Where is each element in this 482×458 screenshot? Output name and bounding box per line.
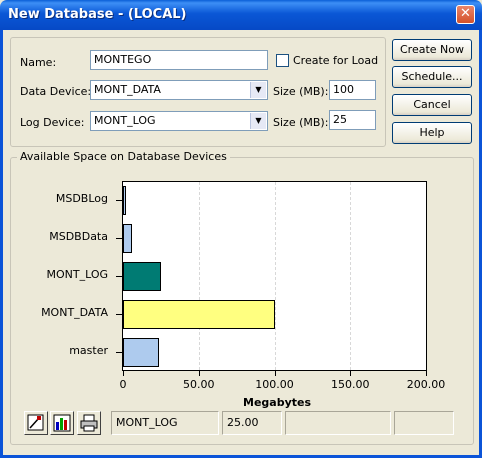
x-axis-title: Megabytes [243,396,312,409]
y-tick [116,314,122,315]
x-tick-label: 50.00 [183,378,215,391]
name-field[interactable]: MONTEGO [90,50,268,70]
x-gridline [198,182,200,370]
chart-properties-icon [27,414,44,431]
bar-chart-icon [53,414,71,432]
x-tick [350,371,352,376]
data-size-label: Size (MB): [273,85,329,98]
x-tick [123,371,124,376]
bar-mont-data [123,299,275,329]
x-gridline [274,182,276,370]
x-tick-label: 0 [119,378,127,391]
close-button[interactable]: ✕ [456,5,475,24]
help-button[interactable]: Help [392,122,472,144]
bar-mont-log [123,261,161,291]
print-icon [80,414,98,432]
chart-properties-button[interactable] [24,411,48,435]
x-tick [426,371,427,376]
schedule-button[interactable]: Schedule... [392,66,472,88]
data-size-field[interactable]: 100 [329,80,376,100]
x-tick-label: 150.00 [331,378,370,391]
log-device-label: Log Device: [20,116,85,129]
data-device-select[interactable]: MONT_DATA ▼ [90,80,268,100]
log-device-select[interactable]: MONT_LOG ▼ [90,111,268,131]
y-tick-label: MONT_LOG [46,268,108,281]
y-tick-label: MONT_DATA [41,306,108,319]
data-device-value: MONT_DATA [94,83,161,96]
close-icon: ✕ [460,6,471,21]
y-tick [116,352,122,353]
y-tick-label: MSDBData [49,230,108,243]
name-label: Name: [20,56,57,69]
chevron-down-icon[interactable]: ▼ [250,82,266,98]
create-for-load-checkbox[interactable] [276,54,289,67]
title-bar: New Database - (LOCAL) ✕ [0,0,482,30]
window-title: New Database - (LOCAL) [8,7,187,22]
log-size-label: Size (MB): [273,116,329,129]
chevron-down-icon[interactable]: ▼ [250,113,266,129]
x-tick-label: 100.00 [255,378,294,391]
print-button[interactable] [77,411,101,435]
data-device-label: Data Device: [20,85,92,98]
status-size: 25.00 [222,411,282,435]
create-for-load-label: Create for Load [293,54,379,67]
bar-master [123,337,160,367]
y-tick [116,238,122,239]
status-empty-2 [394,411,454,435]
bar-msdblog [123,185,127,215]
x-tick [274,371,276,376]
status-device: MONT_LOG [111,411,219,435]
status-empty-1 [285,411,391,435]
log-device-value: MONT_LOG [94,114,156,127]
x-tick [198,371,200,376]
x-tick-label: 200.00 [406,378,446,391]
create-now-button[interactable]: Create Now [392,39,472,61]
y-tick [116,276,122,277]
available-space-title: Available Space on Database Devices [17,150,230,163]
space-chart-plot [122,181,427,371]
y-tick-label: master [69,344,108,357]
y-tick [116,200,122,201]
log-size-field[interactable]: 25 [329,110,376,130]
bar-chart-button[interactable] [50,411,74,435]
cancel-button[interactable]: Cancel [392,94,472,116]
y-tick-label: MSDBLog [55,192,108,205]
bar-msdbdata [123,223,133,253]
window-frame-left [0,30,3,458]
new-database-dialog: New Database - (LOCAL) ✕ Name: MONTEGO C… [0,0,482,458]
x-gridline [350,182,352,370]
